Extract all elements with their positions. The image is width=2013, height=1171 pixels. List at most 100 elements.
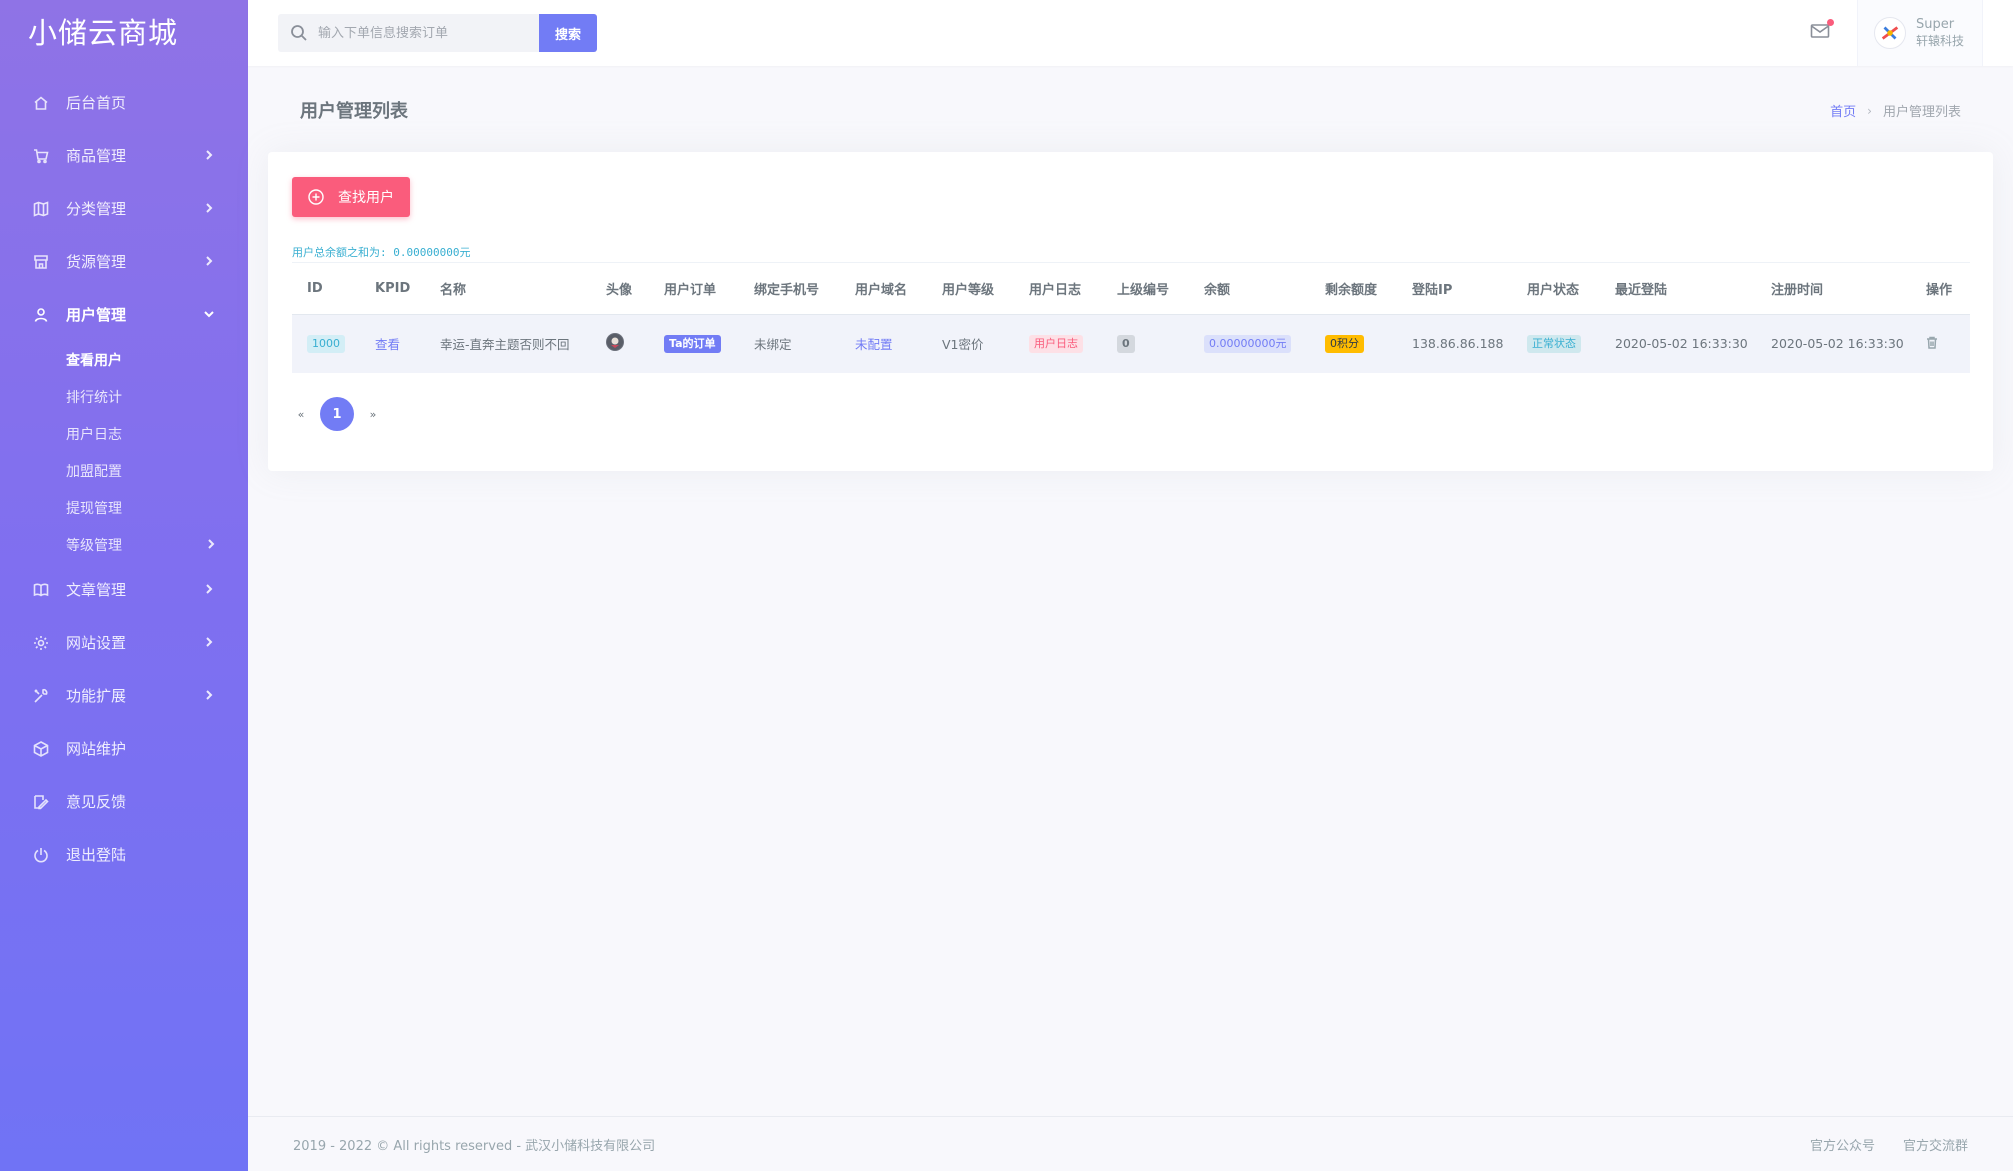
submenu-item-franchise[interactable]: 加盟配置 [0,452,248,489]
sidebar-item-label: 网站维护 [66,740,127,758]
footer: 2019 - 2022 © All rights reserved - 武汉小储… [248,1116,2013,1171]
search-input[interactable] [318,25,538,41]
tools-icon [32,687,50,705]
delete-icon[interactable] [1926,336,1938,352]
search-button[interactable]: 搜索 [539,14,597,52]
quota-badge[interactable]: 0积分 [1325,334,1364,353]
plus-circle-icon [308,189,324,205]
store-icon [32,253,50,271]
avatar [606,333,624,352]
cell-balance: 0.00000000元 [1189,314,1310,373]
status-badge[interactable]: 正常状态 [1527,334,1581,353]
breadcrumb-home-link[interactable]: 首页 [1830,101,1856,120]
sidebar-item-label: 意见反馈 [66,793,127,811]
sidebar-item-label: 功能扩展 [66,687,127,705]
sidebar-item-home[interactable]: 后台首页 [0,76,248,129]
cell-orders: Ta的订单 [649,314,739,373]
submenu-item-user-log[interactable]: 用户日志 [0,415,248,452]
power-icon [32,846,50,864]
cell-last-login: 2020-05-02 16:33:30 [1600,314,1756,373]
sidebar-item-users[interactable]: 用户管理 [0,288,248,341]
breadcrumb: 首页 › 用户管理列表 [1830,101,1961,121]
footer-copyright: 2019 - 2022 © All rights reserved - 武汉小储… [293,1138,656,1154]
submenu-item-levels[interactable]: 等级管理 [0,526,248,563]
notification-dot [1827,19,1834,26]
find-user-label: 查找用户 [338,190,394,206]
submenu-item-label: 加盟配置 [66,463,122,480]
cell-quota: 0积分 [1310,314,1397,373]
col-header-register: 注册时间 [1756,262,1911,315]
cell-kpid: 查看 [360,314,425,373]
pagination-prev[interactable]: « [292,408,310,421]
col-header-name: 名称 [425,262,591,315]
sidebar-item-label: 网站设置 [66,634,127,652]
sidebar-item-categories[interactable]: 分类管理 [0,182,248,235]
col-header-log: 用户日志 [1014,262,1102,315]
col-header-level: 用户等级 [927,262,1014,315]
sidebar-item-sources[interactable]: 货源管理 [0,235,248,288]
submenu-item-label: 提现管理 [66,500,122,517]
sidebar-item-extensions[interactable]: 功能扩展 [0,669,248,722]
brand-logo[interactable]: 小储云商城 [0,0,248,62]
col-header-last-login: 最近登陆 [1600,262,1756,315]
pagination: « 1 » [292,397,382,431]
submenu-item-withdraw[interactable]: 提现管理 [0,489,248,526]
chevron-right-icon [204,636,216,649]
cell-level: V1密价 [927,314,1014,373]
sidebar-item-logout[interactable]: 退出登陆 [0,828,248,881]
sidebar-item-label: 用户管理 [66,306,127,324]
user-icon [32,306,50,324]
search-box [278,14,540,52]
submenu-item-view-users[interactable]: 查看用户 [0,341,248,378]
sidebar: 小储云商城 后台首页 商品管理 分类管理 货源管理 用户管理 查看用户 排行统计… [0,0,248,1171]
gear-icon [32,634,50,652]
sidebar-item-products[interactable]: 商品管理 [0,129,248,182]
submenu-item-label: 排行统计 [66,389,122,406]
col-header-ip: 登陆IP [1397,262,1512,315]
col-header-status: 用户状态 [1512,262,1600,315]
box-icon [32,740,50,758]
chevron-right-icon [204,202,216,215]
user-list-card: 查找用户 用户总余额之和为: 0.00000000元 ID KPID 名称 头像… [268,152,1993,471]
submenu-item-label: 查看用户 [66,352,122,369]
submenu-item-ranking[interactable]: 排行统计 [0,378,248,415]
pagination-next[interactable]: » [364,408,382,421]
user-menu[interactable]: Super 轩辕科技 [1857,0,1983,66]
cell-register: 2020-05-02 16:33:30 [1756,314,1911,373]
pagination-page-1[interactable]: 1 [320,397,354,431]
sidebar-item-label: 文章管理 [66,581,127,599]
domain-link[interactable]: 未配置 [855,337,893,352]
chevron-right-icon [204,689,216,702]
breadcrumb-separator: › [1867,103,1872,118]
footer-link-official-account[interactable]: 官方公众号 [1810,1135,1875,1154]
notification-mail-icon[interactable] [1810,19,1834,42]
cell-ip: 138.86.86.188 [1397,314,1512,373]
chevron-right-icon [206,537,216,553]
cell-phone: 未绑定 [739,314,840,373]
user-name: Super [1916,17,1955,33]
home-icon [32,94,50,112]
col-header-id: ID [292,262,360,315]
sidebar-item-articles[interactable]: 文章管理 [0,563,248,616]
user-log-button[interactable]: 用户日志 [1029,334,1083,353]
cell-parent: 0 [1102,314,1189,373]
sidebar-item-label: 后台首页 [66,94,127,112]
find-user-button[interactable]: 查找用户 [292,177,410,217]
footer-link-group[interactable]: 官方交流群 [1903,1135,1968,1154]
avatar [1874,17,1906,49]
edit-icon [32,793,50,811]
total-balance-text: 用户总余额之和为: 0.00000000元 [292,246,471,259]
sidebar-item-maintenance[interactable]: 网站维护 [0,722,248,775]
sidebar-item-site-settings[interactable]: 网站设置 [0,616,248,669]
col-header-parent: 上级编号 [1102,262,1189,315]
col-header-avatar: 头像 [591,262,649,315]
kpid-view-link[interactable]: 查看 [375,337,400,352]
balance-badge[interactable]: 0.00000000元 [1204,334,1292,353]
sidebar-item-label: 退出登陆 [66,846,127,864]
sidebar-item-label: 商品管理 [66,147,127,165]
cell-log: 用户日志 [1014,314,1102,373]
user-orders-button[interactable]: Ta的订单 [664,334,721,353]
chevron-right-icon [204,255,216,268]
users-submenu: 查看用户 排行统计 用户日志 加盟配置 提现管理 等级管理 [0,341,248,563]
sidebar-item-feedback[interactable]: 意见反馈 [0,775,248,828]
